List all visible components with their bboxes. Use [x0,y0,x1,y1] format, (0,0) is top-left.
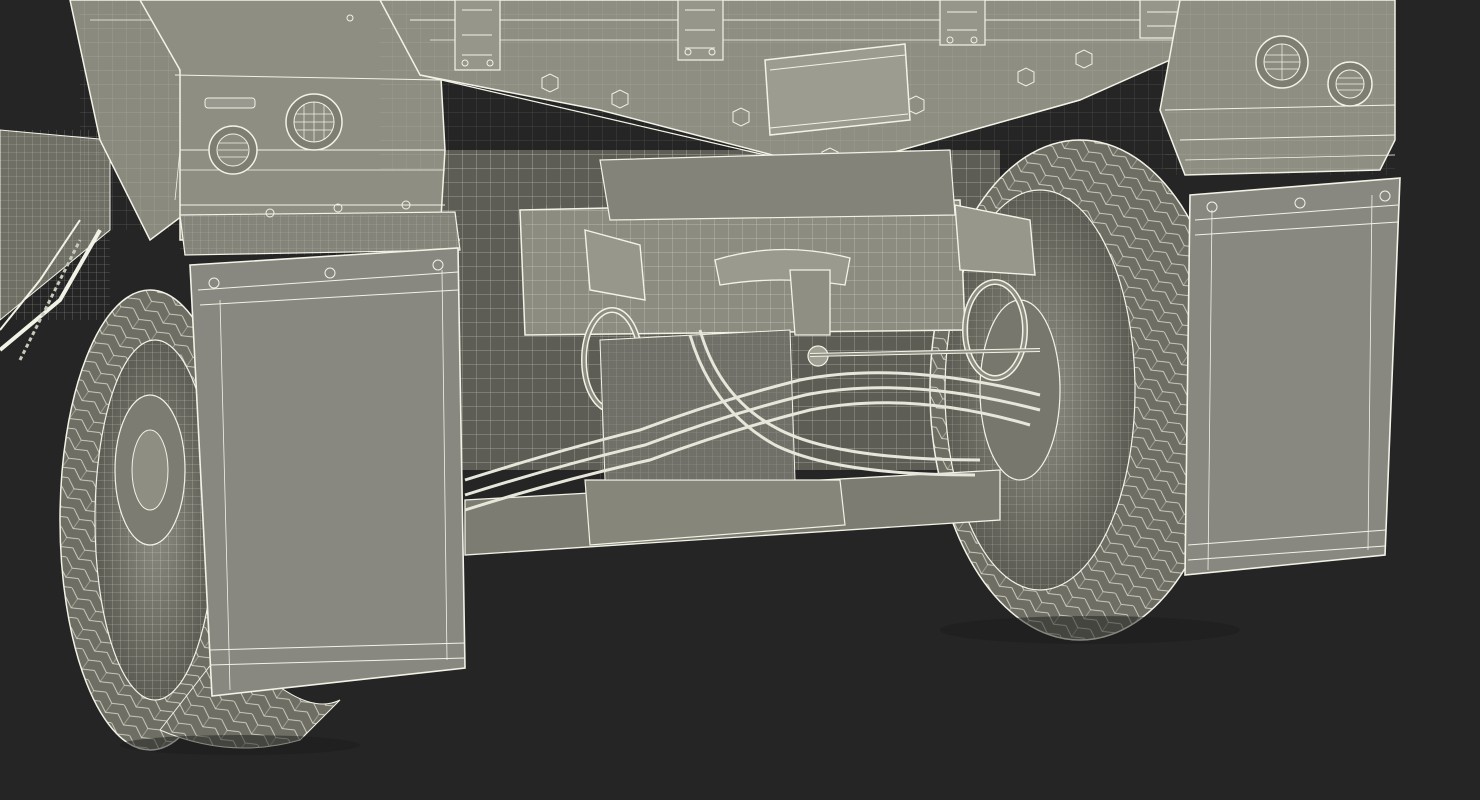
right-mud-flap [1184,177,1401,576]
left-tail-light-round [285,93,343,151]
rear-license-box [764,43,911,136]
hull-hinge-3 [939,0,986,46]
hull-hinge-1 [454,0,501,71]
left-mud-flap [189,247,466,697]
hull-hinge-2 [677,0,724,61]
right-tail-light-round [1255,35,1309,89]
right-tail-light-small [1327,61,1373,107]
vehicle-render [0,0,1401,755]
wireframe-render-viewport [0,0,1480,800]
